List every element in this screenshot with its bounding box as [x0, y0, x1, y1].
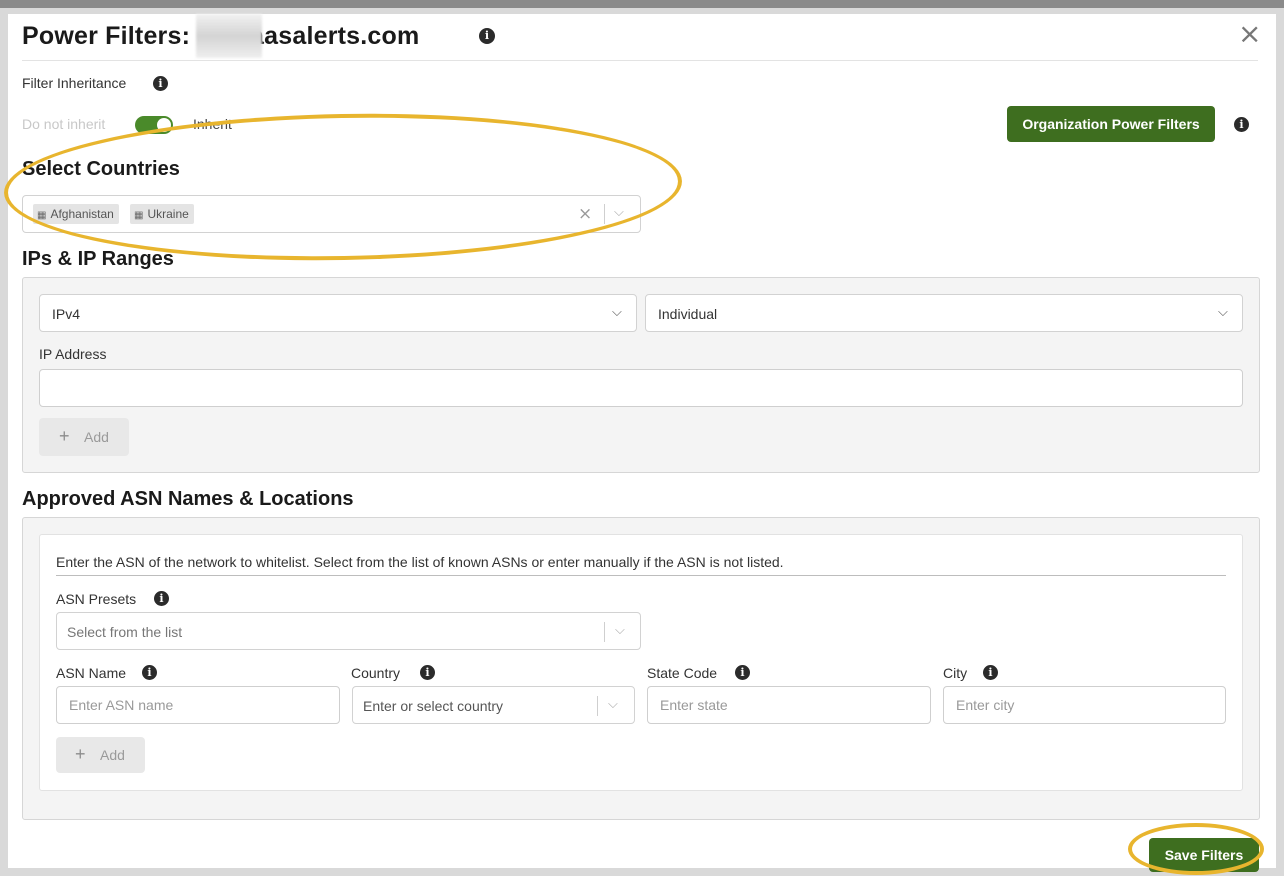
country-select[interactable]: Enter or select country ⌵	[352, 686, 635, 724]
inheritance-info-icon[interactable]: i	[153, 76, 168, 91]
select-separator	[597, 696, 598, 716]
asn-name-label: ASN Name	[56, 665, 127, 681]
country-label: Country	[351, 665, 401, 681]
title-divider	[22, 60, 1258, 61]
country-info-icon[interactable]: i	[420, 665, 435, 680]
state-code-input[interactable]: Enter state	[647, 686, 931, 724]
asn-name-info-icon[interactable]: i	[142, 665, 157, 680]
plus-icon: +	[59, 426, 70, 446]
org-filters-info-icon[interactable]: i	[1234, 117, 1249, 132]
ip-add-button[interactable]: + Add	[39, 418, 129, 456]
state-code-info-icon[interactable]: i	[735, 665, 750, 680]
asn-description: Enter the ASN of the network to whitelis…	[56, 554, 784, 570]
asn-presets-select[interactable]: Select from the list ⌵	[56, 612, 641, 650]
close-icon[interactable]: ×	[1238, 20, 1261, 48]
redacted-email-blur	[196, 14, 262, 58]
ip-version-select[interactable]: IPv4 ⌵	[39, 294, 637, 332]
asn-inner-panel: Enter the ASN of the network to whitelis…	[39, 534, 1243, 791]
dialog-title-prefix: Power Filters: a	[22, 22, 212, 50]
ip-address-label: IP Address	[39, 346, 107, 362]
country-placeholder: Enter or select country	[363, 698, 504, 714]
organization-power-filters-button[interactable]: Organization Power Filters	[1007, 106, 1215, 142]
title-info-icon[interactable]: i	[479, 28, 495, 44]
state-code-label: State Code	[647, 665, 718, 681]
select-separator	[604, 622, 605, 642]
ip-ranges-panel: IPv4 ⌵ Individual ⌵ IP Address + Add	[22, 277, 1260, 473]
filter-inheritance-label: Filter Inheritance	[22, 75, 127, 91]
city-label: City	[943, 665, 968, 681]
ip-version-value: IPv4	[52, 306, 81, 322]
asn-add-label: Add	[100, 747, 125, 763]
asn-panel: Enter the ASN of the network to whitelis…	[22, 517, 1260, 820]
ip-mode-value: Individual	[658, 306, 718, 322]
city-input[interactable]: Enter city	[943, 686, 1226, 724]
chevron-down-icon: ⌵	[612, 305, 622, 320]
asn-add-button[interactable]: + Add	[56, 737, 145, 773]
asn-name-input[interactable]: Enter ASN name	[56, 686, 340, 724]
highlight-ellipse-save	[1128, 823, 1264, 875]
asn-divider	[56, 575, 1226, 576]
asn-section-title: Approved ASN Names & Locations	[22, 488, 354, 510]
plus-icon: +	[75, 744, 86, 764]
ip-mode-select[interactable]: Individual ⌵	[645, 294, 1243, 332]
chevron-down-icon: ⌵	[615, 623, 625, 638]
asn-presets-placeholder: Select from the list	[67, 624, 183, 640]
ip-add-label: Add	[84, 429, 109, 445]
asn-presets-info-icon[interactable]: i	[154, 591, 169, 606]
do-not-inherit-label: Do not inherit	[22, 116, 106, 132]
ip-address-input[interactable]	[39, 369, 1243, 407]
chevron-down-icon: ⌵	[1218, 305, 1228, 320]
ip-ranges-title: IPs & IP Ranges	[22, 248, 174, 270]
chevron-down-icon: ⌵	[608, 697, 618, 712]
asn-presets-label: ASN Presets	[56, 591, 137, 607]
city-info-icon[interactable]: i	[983, 665, 998, 680]
